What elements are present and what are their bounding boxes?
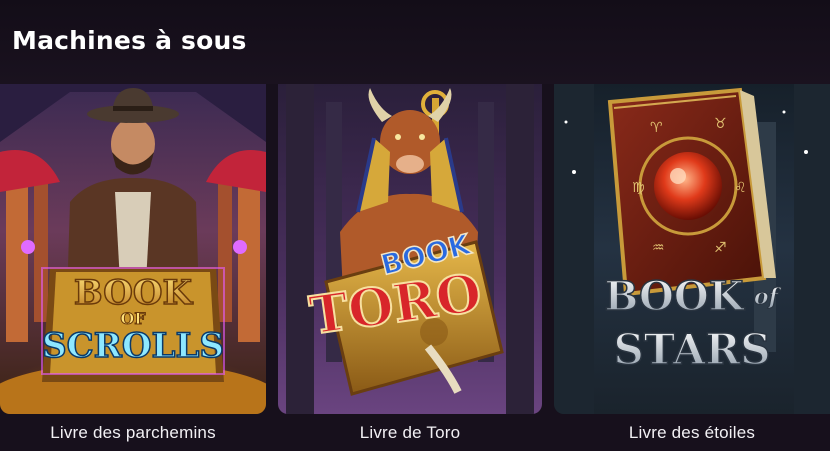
art-title-line-3: SCROLLS [42, 326, 224, 366]
book-of-stars-artwork: ♈ ♉ ♍ ♌ ♒ ♐ BOOK of STARS [554, 82, 830, 414]
slots-section: Machines à sous BOOK OF SCROLLS Livre de… [0, 0, 830, 451]
svg-text:♌: ♌ [734, 180, 747, 196]
book-of-toro-artwork: BOOK TORO [278, 82, 542, 414]
game-card-book-of-toro[interactable]: BOOK TORO Livre de Toro [278, 82, 542, 442]
game-card-book-of-scrolls[interactable]: BOOK OF SCROLLS Livre des parchemins [0, 82, 266, 442]
game-thumbnail[interactable]: ♈ ♉ ♍ ♌ ♒ ♐ BOOK of STARS [554, 82, 830, 414]
game-thumbnail[interactable]: BOOK TORO [278, 82, 542, 414]
book-of-scrolls-artwork: BOOK OF SCROLLS [0, 82, 266, 414]
game-carousel: BOOK OF SCROLLS Livre des parchemins BOO… [0, 82, 830, 451]
svg-text:♒: ♒ [652, 240, 665, 256]
svg-text:♈: ♈ [650, 120, 663, 136]
svg-text:♍: ♍ [632, 180, 645, 196]
art-title-line-2: of [754, 284, 782, 310]
art-title-line-3: STARS [613, 325, 770, 374]
game-card-book-of-stars[interactable]: ♈ ♉ ♍ ♌ ♒ ♐ BOOK of STARS Livre des étoi… [554, 82, 830, 442]
game-title[interactable]: Livre des parchemins [0, 423, 266, 443]
game-title[interactable]: Livre des étoiles [554, 423, 830, 443]
section-title: Machines à sous [12, 26, 247, 55]
section-header: Machines à sous [0, 0, 830, 84]
svg-text:♉: ♉ [714, 116, 727, 132]
art-title-line-1: BOOK [604, 273, 744, 320]
game-thumbnail[interactable]: BOOK OF SCROLLS [0, 82, 266, 414]
svg-text:♐: ♐ [714, 240, 727, 256]
art-title-line-1: BOOK [74, 273, 194, 313]
game-title[interactable]: Livre de Toro [278, 423, 542, 443]
